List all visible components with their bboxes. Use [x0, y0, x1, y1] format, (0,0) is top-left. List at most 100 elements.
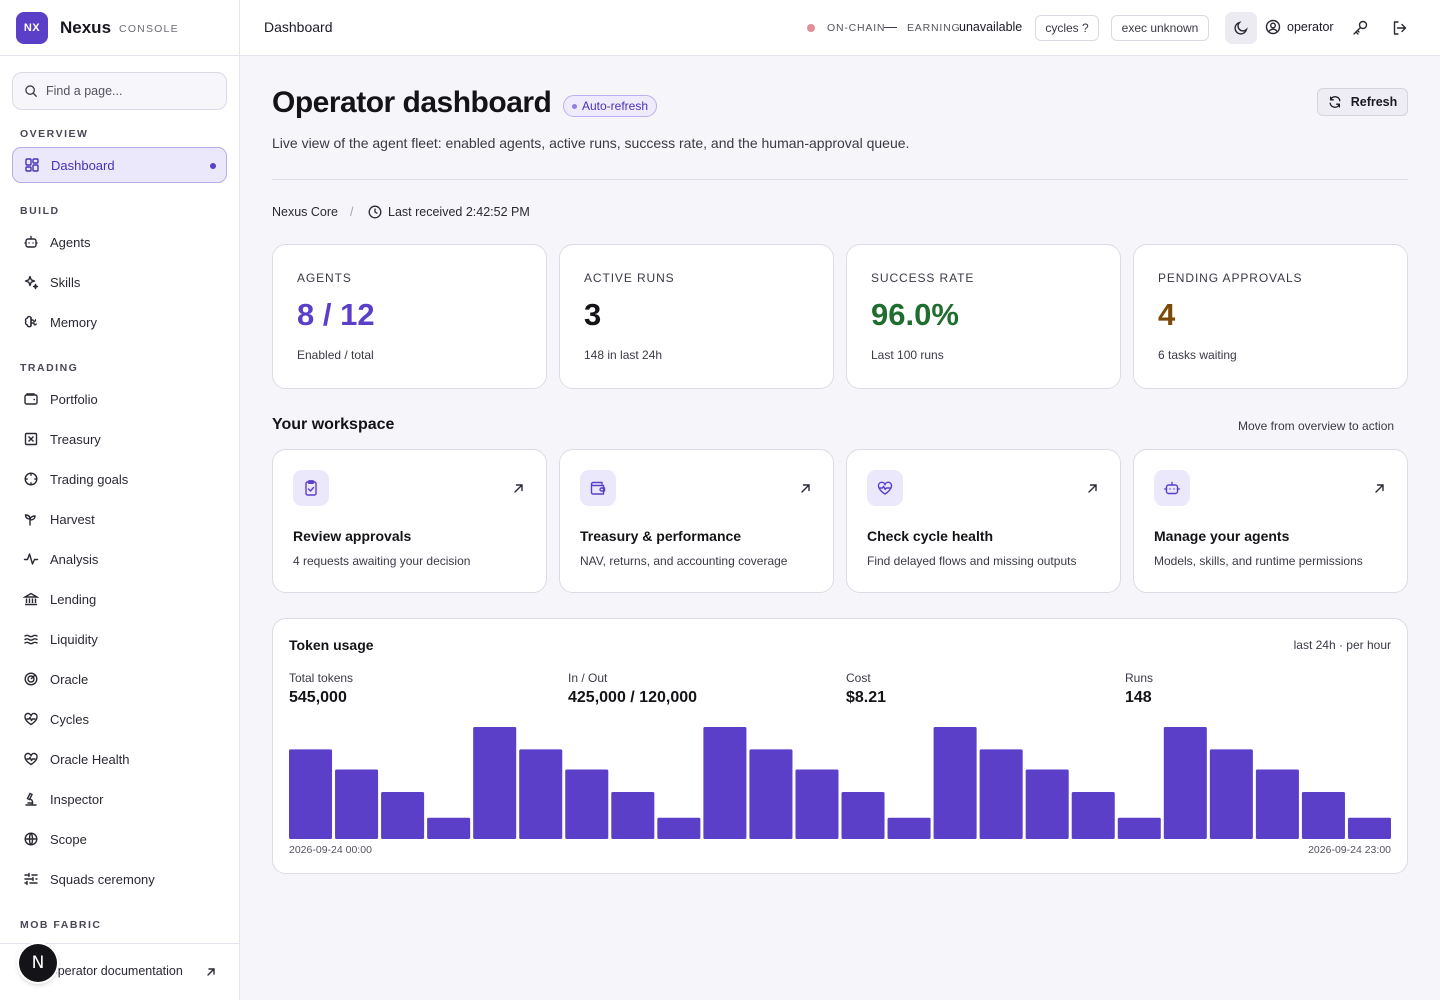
- stat-label: In / Out: [568, 671, 608, 685]
- stat-label: Runs: [1125, 671, 1154, 685]
- sidebar-item-label: Skills: [50, 274, 81, 290]
- chart-bar-01: [335, 769, 379, 839]
- kpi-card-pending-approvals: PENDING APPROVALS 4 6 tasks waiting: [1133, 244, 1408, 389]
- earning-value: unavailable: [959, 20, 1023, 34]
- chart-bar-15: [979, 749, 1023, 839]
- sidebar-item-agents[interactable]: Agents: [12, 224, 227, 260]
- auto-refresh-badge: Auto-refresh: [563, 95, 658, 117]
- token-usage-chart: [289, 727, 1391, 839]
- heart-pulse-icon: [24, 752, 38, 766]
- kpi-value: 3: [584, 297, 602, 332]
- workspace-title: Your workspace: [272, 416, 395, 433]
- active-indicator: [210, 163, 216, 169]
- page-title: Operator dashboard: [272, 86, 552, 119]
- stat-value: 425,000 / 120,000: [568, 689, 698, 706]
- sidebar-item-cycles[interactable]: Cycles: [12, 701, 227, 737]
- brand-logo: NX: [16, 11, 48, 44]
- icon-tile: [1154, 470, 1190, 506]
- documentation-link[interactable]: Operator documentation: [48, 964, 183, 978]
- workspace-card-cycle-health[interactable]: Check cycle health Find delayed flows an…: [846, 449, 1121, 593]
- logout-icon[interactable]: [1391, 19, 1409, 37]
- chart-bar-07: [611, 791, 655, 839]
- arrow-up-right-icon: [1088, 484, 1097, 493]
- earning-label: EARNING: [907, 22, 961, 34]
- search-input[interactable]: [46, 84, 206, 98]
- chart-bar-21: [1255, 769, 1299, 839]
- cycles-status-pill[interactable]: cycles ?: [1035, 15, 1099, 41]
- panel-title: Token usage: [289, 637, 374, 653]
- chart-bar-10: [749, 749, 793, 839]
- divider: [272, 179, 1408, 180]
- sidebar-item-label: Portfolio: [50, 391, 98, 407]
- stat-value: $8.21: [846, 689, 887, 706]
- sidebar-item-trading-goals[interactable]: Trading goals: [12, 461, 227, 497]
- waves-icon: [24, 634, 38, 645]
- sidebar-item-inspector[interactable]: Inspector: [12, 781, 227, 817]
- refresh-button[interactable]: Refresh: [1317, 88, 1408, 116]
- workspace-card-manage-agents[interactable]: Manage your agents Models, skills, and r…: [1133, 449, 1408, 593]
- sidebar-item-lending[interactable]: Lending: [12, 581, 227, 617]
- sidebar-item-scope[interactable]: Scope: [12, 821, 227, 857]
- workspace-card-review-approvals[interactable]: Review approvals 4 requests awaiting you…: [272, 449, 547, 593]
- page-subtitle: Live view of the agent fleet: enabled ag…: [272, 135, 910, 151]
- sidebar: NX Nexus CONSOLE OVERVIEW Dashboard BUIL…: [0, 0, 240, 1000]
- assistant-button[interactable]: N: [19, 944, 57, 982]
- sidebar-item-label: Lending: [50, 591, 97, 607]
- external-link-icon[interactable]: [205, 966, 217, 978]
- kpi-value: 8 / 12: [297, 297, 375, 332]
- refresh-icon: [1329, 96, 1341, 108]
- search-icon: [25, 85, 37, 97]
- sidebar-item-harvest[interactable]: Harvest: [12, 501, 227, 537]
- sidebar-item-treasury[interactable]: Treasury: [12, 421, 227, 457]
- workspace-card-treasury-performance[interactable]: Treasury & performance NAV, returns, and…: [559, 449, 834, 593]
- key-icon[interactable]: [1351, 19, 1369, 37]
- card-description: Find delayed flows and missing outputs: [867, 554, 1077, 568]
- sidebar-item-skills[interactable]: Skills: [12, 264, 227, 300]
- chart-bar-14: [933, 727, 977, 839]
- token-usage-panel: Token usage last 24h · per hour Total to…: [272, 618, 1408, 874]
- sidebar-item-label: Squads ceremony: [50, 871, 155, 887]
- arrow-up-right-icon: [514, 484, 523, 493]
- sidebar-item-dashboard[interactable]: Dashboard: [12, 147, 227, 183]
- sidebar-item-analysis[interactable]: Analysis: [12, 541, 227, 577]
- brand[interactable]: NX Nexus CONSOLE: [0, 0, 239, 56]
- brand-name: Nexus: [60, 17, 112, 37]
- kpi-label: AGENTS: [297, 271, 352, 285]
- workspace-hint: Move from overview to action: [1238, 419, 1395, 433]
- sidebar-item-label: Cycles: [50, 711, 90, 727]
- section-mob-fabric: MOB FABRIC: [20, 919, 102, 931]
- arrow-up-right-icon: [801, 484, 810, 493]
- section-build: BUILD: [20, 205, 60, 217]
- sidebar-item-label: Harvest: [50, 511, 95, 527]
- theme-toggle[interactable]: [1225, 12, 1257, 44]
- sidebar-item-portfolio[interactable]: Portfolio: [12, 381, 227, 417]
- kpi-value: 4: [1158, 297, 1176, 332]
- page-search[interactable]: [12, 72, 227, 110]
- sidebar-item-memory[interactable]: Memory: [12, 304, 227, 340]
- sidebar-item-label: Scope: [50, 831, 87, 847]
- sidebar-item-squads-ceremony[interactable]: Squads ceremony: [12, 861, 227, 897]
- sidebar-item-label: Oracle: [50, 671, 89, 687]
- section-overview: OVERVIEW: [20, 128, 89, 140]
- kpi-label: PENDING APPROVALS: [1158, 271, 1303, 285]
- vault-icon: [24, 432, 38, 446]
- exec-status-pill[interactable]: exec unknown: [1111, 15, 1209, 41]
- clipboard-check-icon: [305, 480, 317, 496]
- kpi-card-success-rate: SUCCESS RATE 96.0% Last 100 runs: [846, 244, 1121, 389]
- chart-bar-23: [1347, 817, 1391, 839]
- brand-subtitle: CONSOLE: [119, 23, 179, 35]
- sidebar-item-oracle-health[interactable]: Oracle Health: [12, 741, 227, 777]
- sidebar-item-liquidity[interactable]: Liquidity: [12, 621, 227, 657]
- icon-tile: [580, 470, 616, 506]
- chart-bar-02: [381, 791, 425, 839]
- stat-label: Total tokens: [289, 671, 354, 685]
- topbar-title: Dashboard: [264, 19, 333, 35]
- chart-bar-08: [657, 817, 701, 839]
- sidebar-item-label: Memory: [50, 314, 97, 330]
- chart-bar-06: [565, 769, 609, 839]
- section-trading: TRADING: [20, 362, 79, 374]
- sidebar-item-oracle[interactable]: Oracle: [12, 661, 227, 697]
- icon-tile: [867, 470, 903, 506]
- user-menu[interactable]: operator: [1265, 19, 1334, 35]
- kpi-card-agents: AGENTS 8 / 12 Enabled / total: [272, 244, 547, 389]
